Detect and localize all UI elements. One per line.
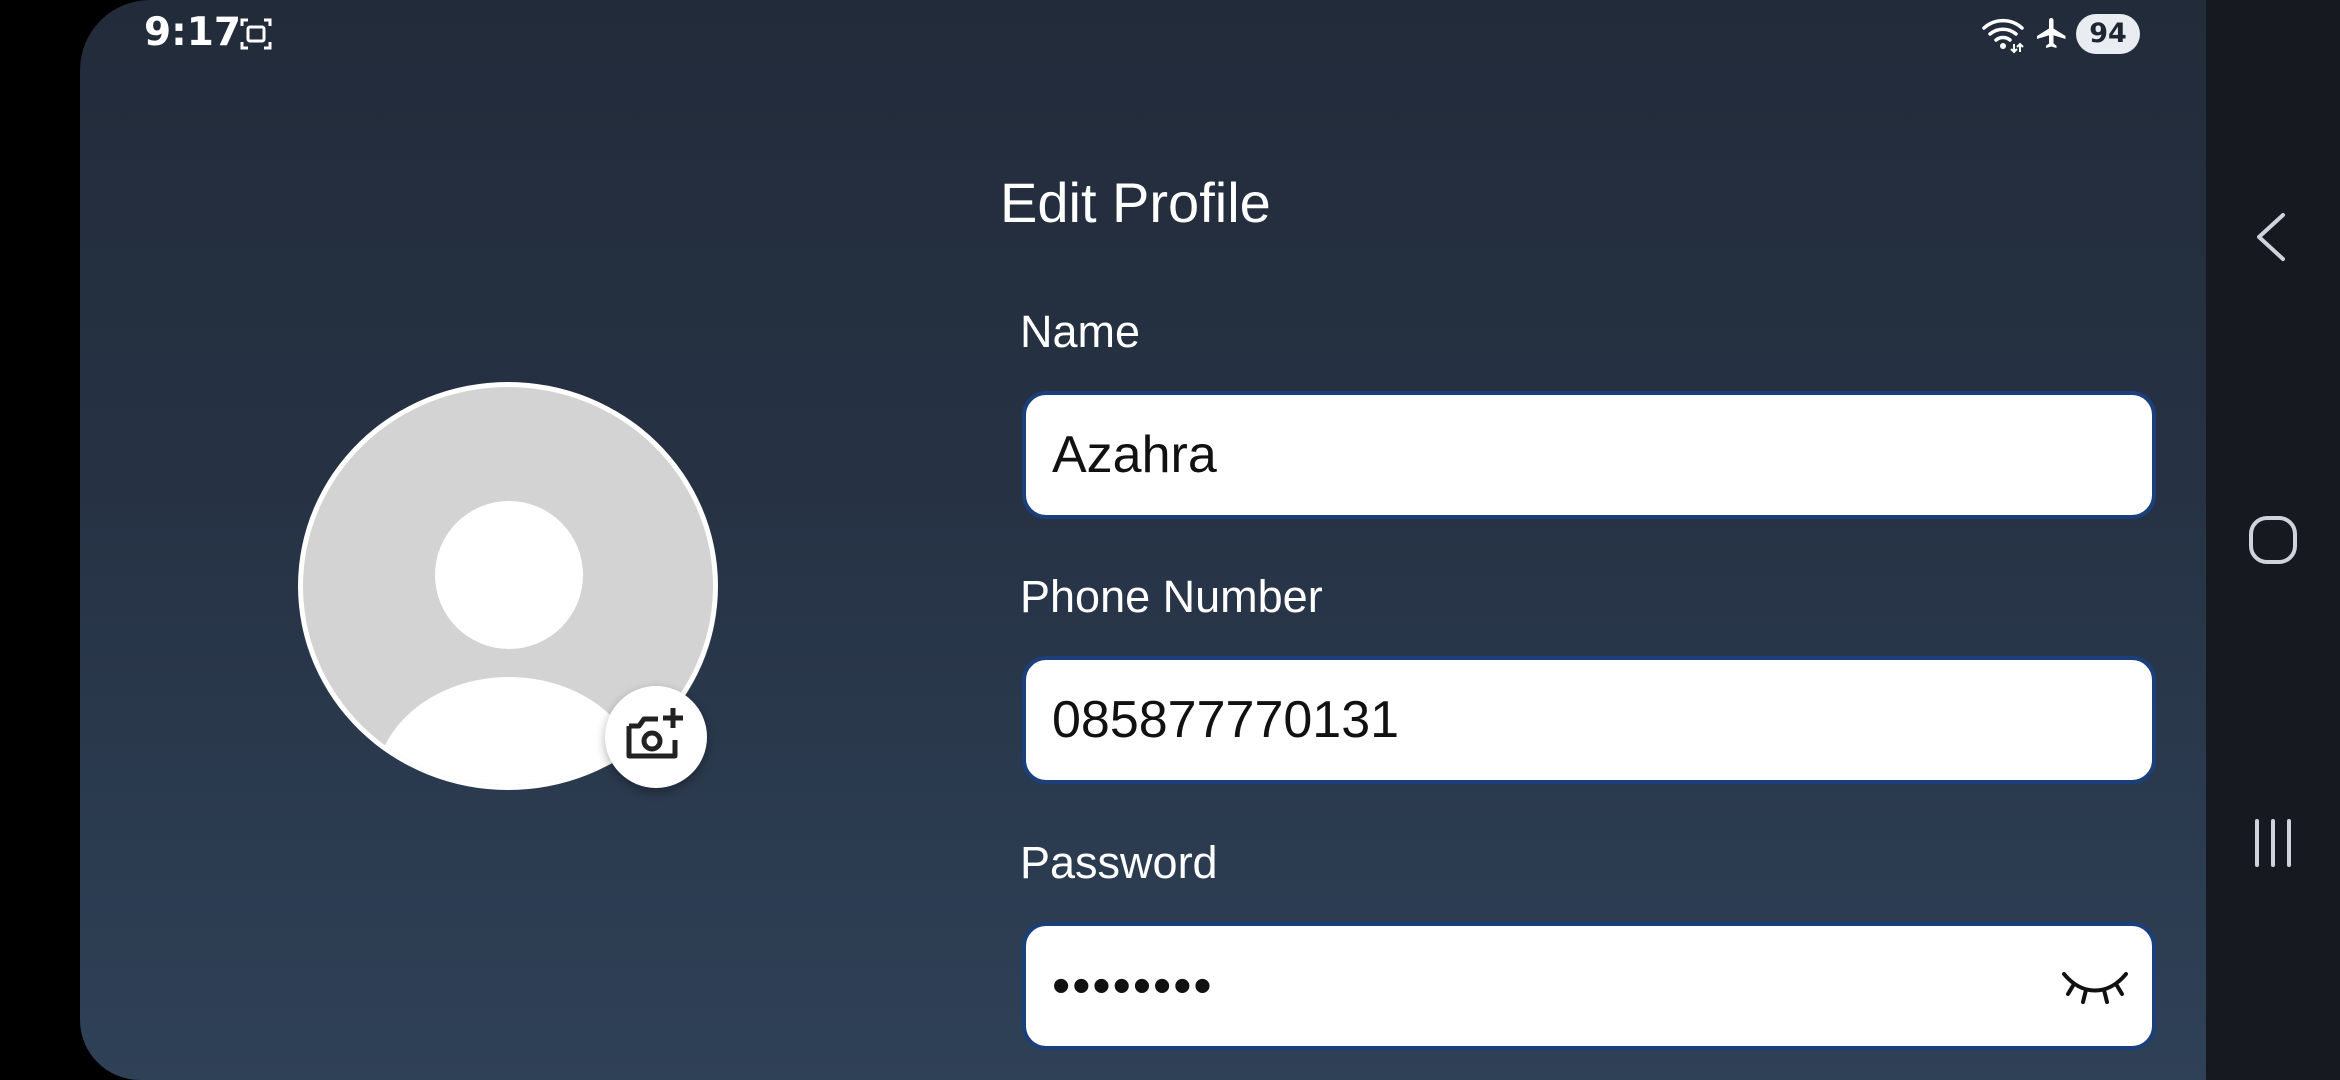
- page-title: Edit Profile: [1000, 171, 1271, 234]
- change-photo-button[interactable]: [605, 686, 707, 788]
- wifi-icon: [1982, 18, 2024, 54]
- home-icon: [2249, 516, 2297, 564]
- back-icon: [2257, 213, 2285, 261]
- back-button[interactable]: [2206, 170, 2340, 304]
- password-field[interactable]: ••••••••: [1022, 922, 2156, 1050]
- phone-value: 085877770131: [1052, 691, 1400, 749]
- screenshot-icon: [240, 18, 272, 50]
- person-body-shape: [375, 677, 643, 785]
- name-label: Name: [1020, 306, 1141, 357]
- status-time: 9:17: [144, 10, 242, 55]
- eye-closed-icon[interactable]: [2060, 966, 2130, 1010]
- phone-label: Phone Number: [1020, 571, 1323, 622]
- phone-field[interactable]: 085877770131: [1022, 656, 2156, 784]
- airplane-icon: [2037, 18, 2066, 48]
- status-bar: 9:17 94: [80, 0, 2206, 70]
- recents-button[interactable]: [2206, 776, 2340, 910]
- person-icon: [435, 501, 583, 649]
- add-photo-icon: [626, 708, 683, 759]
- password-value: ••••••••: [1052, 957, 1214, 1015]
- app-screen: 9:17 94 Edit Profile Name Azahra Phone N…: [80, 0, 2206, 1080]
- name-field[interactable]: Azahra: [1022, 391, 2156, 519]
- name-value: Azahra: [1052, 426, 1217, 484]
- home-button[interactable]: [2206, 473, 2340, 607]
- battery-indicator: 94: [2076, 14, 2140, 54]
- recents-icon: [2255, 819, 2291, 867]
- password-label: Password: [1020, 837, 1218, 888]
